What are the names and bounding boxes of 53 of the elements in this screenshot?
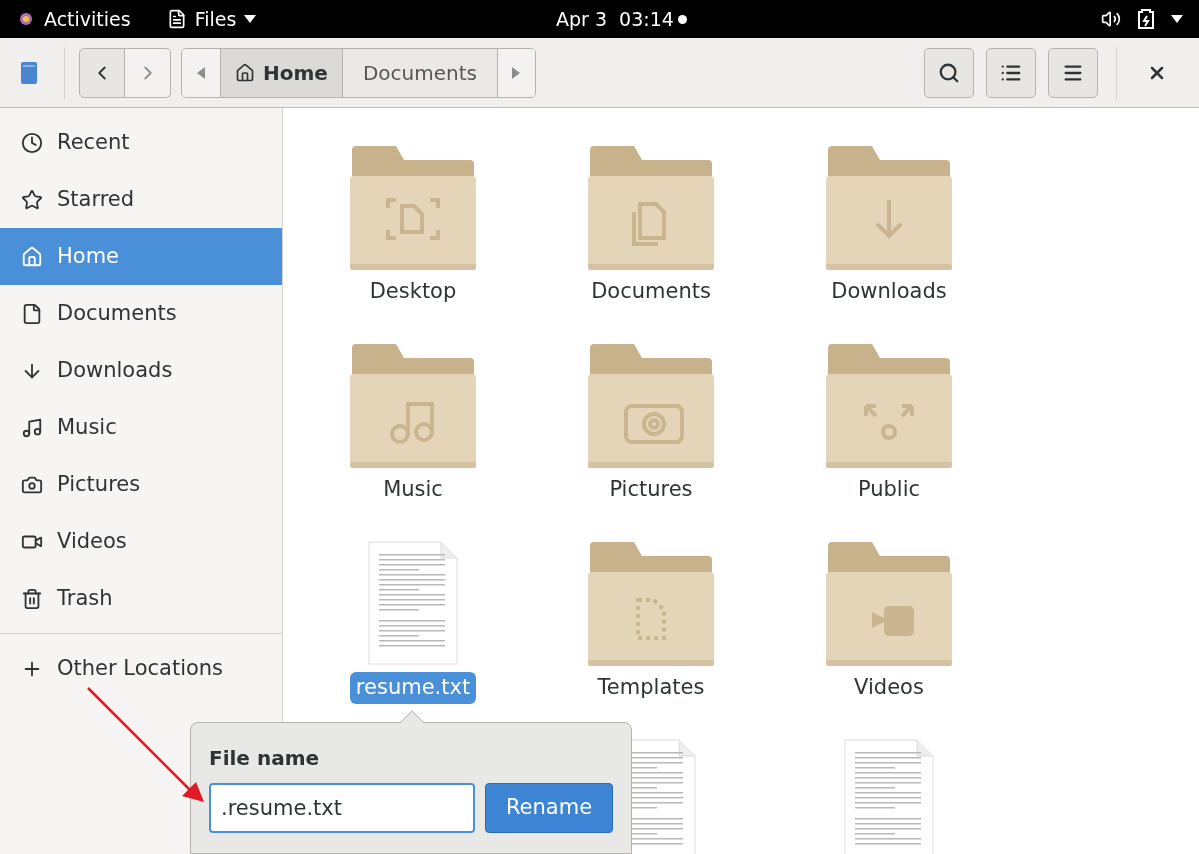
trash-icon (21, 587, 43, 610)
folder-icon (350, 146, 476, 270)
file-name-label[interactable]: Videos (848, 672, 930, 704)
notebook-icon (20, 60, 38, 85)
sidebar-item[interactable]: Documents (0, 285, 282, 342)
home-icon (235, 62, 255, 83)
file-icon (21, 302, 43, 325)
sidebar-item[interactable]: Starred (0, 171, 282, 228)
volume-icon[interactable] (1101, 9, 1121, 29)
folder-icon (826, 146, 952, 270)
path-button[interactable]: Home (220, 48, 342, 97)
view-toggle-button[interactable] (986, 47, 1036, 98)
sidebar-item[interactable]: Videos (0, 513, 282, 570)
folder-icon (350, 344, 476, 468)
folder-icon (826, 344, 952, 468)
file-name-label[interactable]: Pictures (603, 474, 699, 506)
triangle-left-icon (197, 66, 205, 79)
file-name-label[interactable]: Desktop (363, 276, 463, 308)
sidebar-item[interactable]: Downloads (0, 342, 282, 399)
path-scroll-right-button[interactable] (496, 48, 535, 97)
music-note-icon (21, 416, 43, 439)
caret-icon (244, 15, 257, 23)
caret-icon[interactable] (1171, 15, 1183, 23)
file-name-label[interactable]: Downloads (825, 276, 953, 308)
path-button[interactable]: Documents (341, 48, 497, 97)
popover-title: File name (209, 745, 321, 772)
sidebar-item[interactable]: Recent (0, 114, 282, 171)
folder-icon (588, 542, 714, 666)
sidebar-item[interactable]: Trash (0, 570, 282, 627)
folder-icon (588, 344, 714, 468)
search-icon (938, 61, 960, 84)
activities-button[interactable]: Activities (44, 4, 131, 34)
folder-icon (826, 542, 952, 666)
clock-icon (21, 131, 43, 154)
menu-button[interactable] (1048, 47, 1098, 98)
battery-icon[interactable] (1137, 8, 1155, 30)
sidebar-item[interactable]: Music (0, 399, 282, 456)
home-icon (21, 245, 43, 268)
file-name-input[interactable]: .resume.txt (209, 783, 475, 833)
rename-button[interactable]: Rename (485, 783, 613, 833)
app-menu[interactable]: Files (166, 4, 257, 34)
star-icon (21, 188, 43, 211)
file-name-label[interactable]: Documents (585, 276, 717, 308)
text-document-icon (367, 540, 459, 666)
sidebar-item[interactable]: Pictures (0, 456, 282, 513)
clock[interactable]: Apr 3 03:14 (556, 4, 687, 34)
folder-icon (588, 146, 714, 270)
sidebar-item[interactable]: Other Locations (0, 640, 282, 697)
triangle-right-icon (512, 66, 521, 79)
search-button[interactable] (924, 47, 974, 98)
file-name-label[interactable]: Templates (591, 672, 711, 704)
file-name-label[interactable]: Public (851, 474, 927, 506)
file-name-label[interactable]: Music (377, 474, 449, 506)
